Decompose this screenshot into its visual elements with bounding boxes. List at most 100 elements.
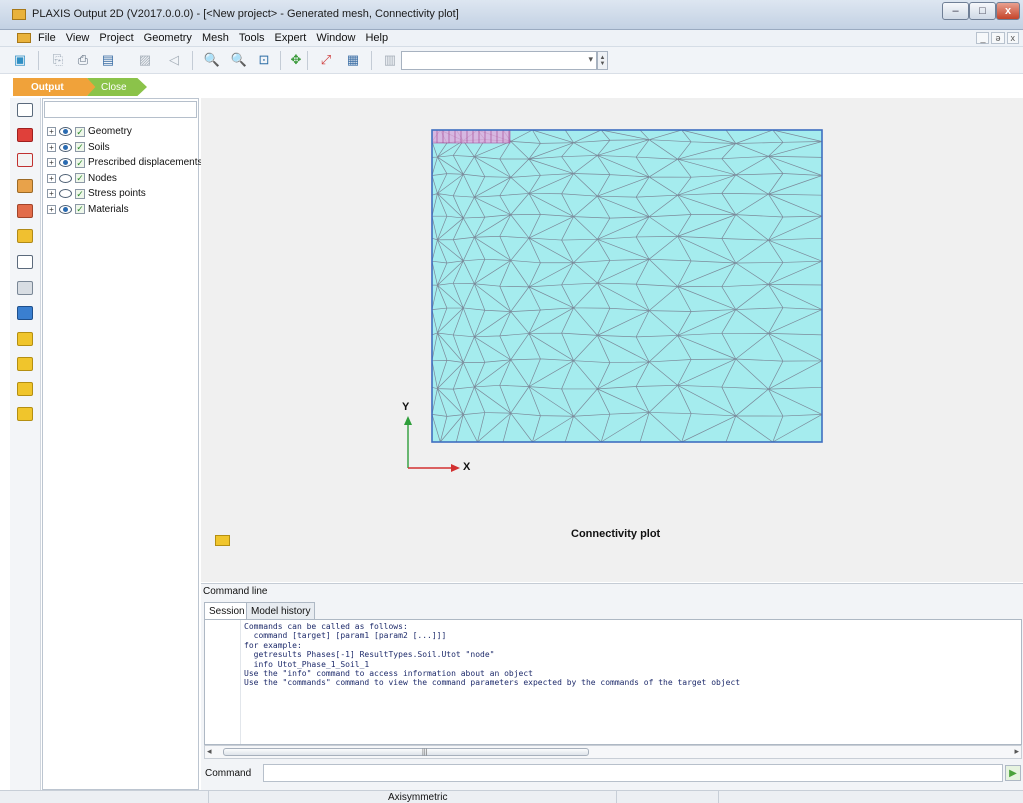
menu-mesh[interactable]: Mesh <box>202 32 229 44</box>
minimize-button[interactable]: – <box>942 2 969 20</box>
mdi-minimize-button[interactable]: _ <box>976 32 990 44</box>
phase-combo[interactable]: ▾ <box>401 51 597 70</box>
close-tab[interactable]: Close <box>87 78 147 96</box>
tree-item[interactable]: + ✓ Materials <box>47 202 129 217</box>
scroll-thumb[interactable]: ||| <box>223 748 589 756</box>
toolbar-separator <box>371 51 372 70</box>
tree-item-label: Materials <box>88 203 129 215</box>
open-project-icon[interactable]: ▣ <box>10 51 30 69</box>
visibility-eye-icon[interactable] <box>59 189 72 198</box>
edit-curve-glyph <box>17 407 33 421</box>
explorer-search-input[interactable] <box>44 101 197 118</box>
menu-window[interactable]: Window <box>316 32 355 44</box>
table-icon[interactable]: ▦ <box>343 51 363 69</box>
menu-file[interactable]: File <box>38 32 56 44</box>
expand-icon[interactable]: + <box>47 189 56 198</box>
chevron-down-icon: ▾ <box>588 54 593 64</box>
expand-icon[interactable]: + <box>47 158 56 167</box>
tree-item[interactable]: + ✓ Soils <box>47 140 110 155</box>
zoom-in-icon[interactable]: 🔍 <box>202 51 222 69</box>
visibility-checkbox[interactable]: ✓ <box>75 173 85 183</box>
label-icon[interactable] <box>14 201 36 221</box>
mdi-close-button[interactable]: x <box>1006 32 1019 44</box>
grid-icon[interactable]: ▥ <box>380 51 400 69</box>
ruler-glyph <box>17 281 33 295</box>
zoom-window-icon[interactable]: ⊡ <box>254 51 274 69</box>
curve-point-icon[interactable] <box>14 329 36 349</box>
legend-icon[interactable] <box>215 535 230 546</box>
select-points-icon[interactable] <box>14 150 36 170</box>
copy-icon[interactable]: ⎘ <box>48 51 68 69</box>
visibility-checkbox[interactable]: ✓ <box>75 157 85 168</box>
info-icon[interactable] <box>14 303 36 323</box>
window-title: PLAXIS Output 2D (V2017.0.0.0) - [<New p… <box>32 8 459 20</box>
spin-down-icon[interactable]: ▼ <box>600 61 606 67</box>
status-divider <box>616 791 617 803</box>
menu-help[interactable]: Help <box>365 32 388 44</box>
visibility-checkbox[interactable]: ✓ <box>75 204 85 214</box>
console-output: Commands can be called as follows: comma… <box>244 622 741 688</box>
edit-curve-icon[interactable] <box>14 404 36 424</box>
visibility-eye-icon[interactable] <box>59 142 72 152</box>
plot-area[interactable]: Connectivity plot Y X <box>201 98 1023 582</box>
axis-x-arrow-icon <box>451 464 460 472</box>
curve-next-icon[interactable] <box>14 354 36 374</box>
menu-geometry[interactable]: Geometry <box>144 32 192 44</box>
draw-scanline-icon[interactable] <box>14 226 36 246</box>
zoom-out-icon[interactable]: 🔍 <box>229 51 249 69</box>
select-glyph <box>17 103 33 117</box>
visibility-eye-icon[interactable] <box>59 127 72 136</box>
ruler-icon[interactable] <box>14 278 36 298</box>
tree-item[interactable]: + ✓ Geometry <box>47 124 132 139</box>
curve-point-glyph <box>17 332 33 346</box>
scale-icon[interactable]: ⤢ <box>316 51 336 69</box>
maximize-button[interactable]: □ <box>969 2 996 20</box>
output-tab[interactable]: Output <box>13 78 97 96</box>
model-explorer: + ✓ Geometry + ✓ Soils + ✓ Prescribed displaceme… <box>42 98 203 790</box>
visibility-checkbox[interactable]: ✓ <box>75 188 85 199</box>
tab-session[interactable]: Session <box>204 602 250 619</box>
tab-model-history[interactable]: Model history <box>246 602 316 619</box>
app-icon <box>12 9 26 20</box>
visibility-checkbox[interactable]: ✓ <box>75 142 85 152</box>
expand-icon[interactable]: + <box>47 173 56 183</box>
visibility-checkbox[interactable]: ✓ <box>75 126 85 137</box>
mesh-plot[interactable] <box>201 98 1023 518</box>
label-glyph <box>17 204 33 218</box>
menu-project[interactable]: Project <box>99 32 133 44</box>
scroll-left-icon[interactable]: ◂ <box>207 746 212 757</box>
menu-view[interactable]: View <box>66 32 90 44</box>
visibility-eye-icon[interactable] <box>59 173 72 183</box>
select-icon[interactable] <box>14 100 36 120</box>
hint-box-icon[interactable] <box>14 176 36 196</box>
scroll-right-icon[interactable]: ▸ <box>1014 746 1019 757</box>
command-input[interactable] <box>263 764 1003 782</box>
report-icon[interactable]: ▤ <box>98 51 118 69</box>
session-console[interactable]: Commands can be called as follows: comma… <box>204 619 1022 745</box>
cross-section-icon[interactable] <box>14 125 36 145</box>
mdi-restore-button[interactable]: ə <box>991 32 1005 44</box>
close-button[interactable]: x <box>996 2 1020 20</box>
tree-item[interactable]: + ✓ Stress points <box>47 186 146 201</box>
pan-icon[interactable]: ✥ <box>286 51 306 69</box>
menu-expert[interactable]: Expert <box>275 32 307 44</box>
tree-item[interactable]: + ✓ Nodes <box>47 171 117 186</box>
expand-icon[interactable]: + <box>47 142 56 152</box>
expand-icon[interactable]: + <box>47 127 56 136</box>
annotation-icon[interactable] <box>14 252 36 272</box>
horizontal-scrollbar[interactable]: ◂ ||| ▸ <box>204 745 1022 759</box>
menu-tools[interactable]: Tools <box>239 32 265 44</box>
toolbar-separator <box>192 51 193 70</box>
visibility-eye-icon[interactable] <box>59 204 72 214</box>
visibility-eye-icon[interactable] <box>59 158 72 167</box>
curve-export-icon[interactable] <box>14 379 36 399</box>
tree-item[interactable]: + ✓ Prescribed displacements <box>47 155 203 170</box>
prescribed-displacement <box>431 129 511 144</box>
phase-spinner[interactable]: ▲ ▼ <box>597 51 608 70</box>
run-command-button[interactable]: ▶ <box>1005 765 1021 781</box>
print-icon[interactable]: ⎙ <box>73 51 93 69</box>
animate-icon[interactable]: ◁ <box>164 51 184 69</box>
expand-icon[interactable]: + <box>47 204 56 214</box>
image-icon[interactable]: ▨ <box>135 51 155 69</box>
tree-item-label: Prescribed displacements <box>88 157 203 168</box>
